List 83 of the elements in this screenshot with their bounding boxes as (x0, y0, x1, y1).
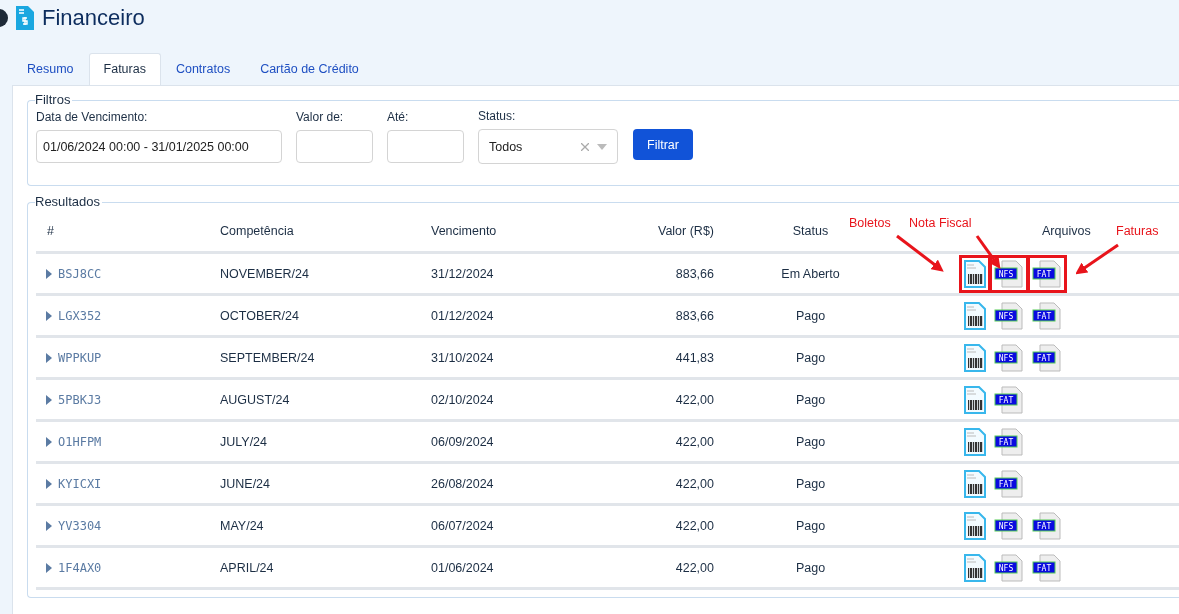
caret-icon[interactable] (46, 478, 52, 489)
table-cell-text: 441,83 (674, 350, 714, 365)
caret-icon[interactable] (46, 268, 52, 279)
value-from-field[interactable] (296, 130, 373, 163)
caret-icon[interactable] (46, 352, 52, 363)
table-cell-text: Pago (794, 518, 827, 533)
annotation-label: Nota Fiscal (909, 216, 972, 230)
annotation-label: Boletos (849, 216, 891, 230)
annotation-label: Faturas (1116, 224, 1159, 238)
table-cell-text: 31/10/2024 (431, 350, 495, 365)
field-label: Status: (478, 109, 517, 123)
table-cell-text: Pago (794, 476, 827, 491)
table-cell-text: OCTOBER/24 (220, 308, 300, 323)
field-label: Valor de: (296, 110, 345, 124)
tab[interactable]: Cartão de Crédito (245, 53, 374, 85)
invoice-id-link[interactable]: 1F4AX0 (58, 560, 102, 575)
table-cell-text: JULY/24 (220, 434, 268, 449)
panel-legend: Resultados (35, 194, 103, 209)
table-cell-text: 422,00 (674, 476, 714, 491)
table-cell-text: SEPTEMBER/24 (220, 350, 316, 365)
page-title: Financeiro (42, 5, 145, 31)
invoice-id-link[interactable]: LGX352 (58, 308, 102, 323)
barcode-document-icon[interactable] (964, 553, 986, 582)
table-cell-text: Pago (794, 560, 827, 575)
field-label: Até: (387, 110, 410, 124)
column-header: Arquivos (1042, 224, 1091, 238)
table-cell-text: Pago (794, 434, 827, 449)
table-cell-text: 02/10/2024 (431, 392, 495, 407)
table-cell-text: 422,00 (674, 434, 714, 449)
tab[interactable]: Resumo (12, 53, 89, 85)
table-cell-text: 31/12/2024 (431, 266, 495, 281)
table-cell-text: NOVEMBER/24 (220, 266, 310, 281)
status-select[interactable]: Todos (478, 129, 618, 164)
invoice-id-link[interactable]: O1HFPM (58, 434, 102, 449)
panel-legend: Filtros (35, 92, 73, 107)
value-to-field[interactable] (387, 130, 464, 163)
invoice-id-link[interactable]: 5PBKJ3 (58, 392, 102, 407)
column-header: Vencimento (431, 224, 497, 238)
barcode-document-icon[interactable] (964, 469, 986, 498)
table-cell-text: MAY/24 (220, 518, 265, 533)
table-cell-text: Em Aberto (780, 266, 841, 281)
tab[interactable]: Contratos (160, 53, 246, 85)
date-range-field[interactable]: 01/06/2024 00:00 - 31/01/2025 00:00 (36, 130, 282, 163)
table-cell-text: 01/12/2024 (431, 308, 495, 323)
table-cell-text: Pago (794, 308, 827, 323)
table-cell-text: 06/07/2024 (431, 518, 495, 533)
invoice-id-link[interactable]: WPPKUP (58, 350, 102, 365)
tab[interactable]: Faturas (88, 53, 161, 85)
caret-icon[interactable] (46, 520, 52, 531)
table-cell-text: 422,00 (674, 392, 714, 407)
invoice-id-link[interactable]: KYICXI (58, 476, 102, 491)
caret-icon[interactable] (46, 436, 52, 447)
barcode-document-icon[interactable] (964, 301, 986, 330)
invoice-icon (16, 6, 34, 30)
invoice-id-link[interactable]: BSJ8CC (58, 266, 102, 281)
field-label: Data de Vencimento: (36, 110, 149, 124)
table-cell-text: Pago (794, 392, 827, 407)
table-cell-text: 06/09/2024 (431, 434, 495, 449)
table-cell-text: APRIL/24 (220, 560, 275, 575)
caret-icon[interactable] (46, 394, 52, 405)
column-header: Valor (R$) (656, 224, 714, 238)
column-header: Competência (220, 224, 294, 238)
filter-button[interactable]: Filtrar (633, 129, 693, 160)
caret-icon[interactable] (46, 310, 52, 321)
barcode-document-icon[interactable] (964, 427, 986, 456)
table-cell-text: 883,66 (674, 308, 714, 323)
table-cell-text: JUNE/24 (220, 476, 272, 491)
table-cell-text: 26/08/2024 (431, 476, 495, 491)
barcode-document-icon[interactable] (964, 385, 986, 414)
barcode-document-icon[interactable] (964, 511, 986, 540)
column-header: Status (791, 224, 830, 238)
caret-icon[interactable] (46, 562, 52, 573)
clear-icon[interactable] (581, 142, 589, 151)
barcode-document-icon[interactable] (964, 343, 986, 372)
table-cell-text: 883,66 (674, 266, 714, 281)
table-cell-text: 01/06/2024 (431, 560, 495, 575)
table-cell-text: 422,00 (674, 518, 714, 533)
table-cell-text: 422,00 (674, 560, 714, 575)
table-cell-text: Pago (794, 350, 827, 365)
table-cell-text: AUGUST/24 (220, 392, 291, 407)
column-header: # (47, 224, 54, 238)
annotation-arrow (895, 234, 945, 274)
invoice-id-link[interactable]: YV3304 (58, 518, 102, 533)
